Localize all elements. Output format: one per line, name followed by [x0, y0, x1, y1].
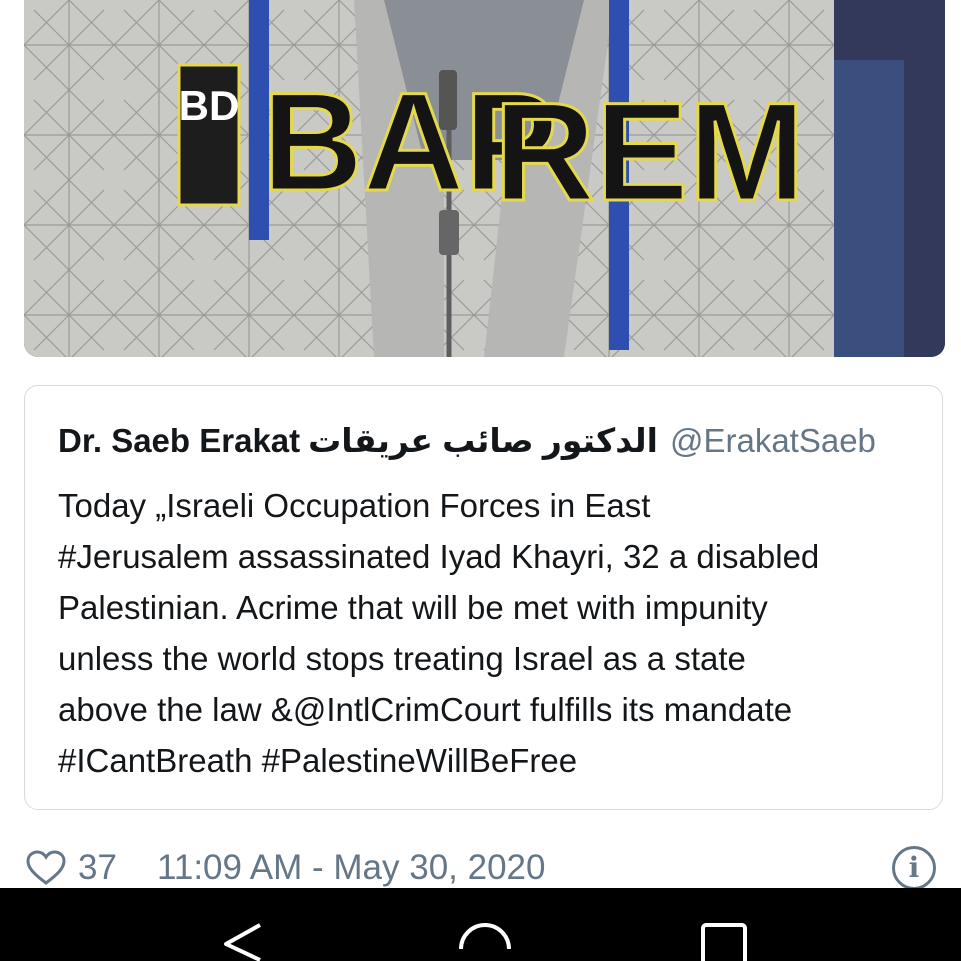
home-icon[interactable] [458, 922, 512, 961]
tweet-meta: 37 11:09 AM - May 30, 2020 i [24, 846, 945, 890]
tweet-timestamp[interactable]: 11:09 AM - May 30, 2020 [157, 846, 545, 890]
shirt-letters-right: REM [494, 73, 805, 230]
like-count[interactable]: 37 [78, 846, 117, 890]
tweet-photo[interactable]: BD BAP REM [24, 0, 945, 357]
heart-icon[interactable] [26, 850, 66, 886]
patch-text-1: BD [179, 82, 240, 129]
quoted-tweet-header: Dr. Saeb Erakat الدكتور صائب عريقات @Eraka… [58, 422, 876, 460]
system-nav-bar [0, 888, 961, 961]
recents-icon[interactable] [700, 922, 748, 961]
quoted-tweet-card[interactable]: Dr. Saeb Erakat الدكتور صائب عريقات @Eraka… [24, 385, 943, 810]
author-name[interactable]: Dr. Saeb Erakat [58, 422, 300, 459]
back-icon[interactable] [220, 922, 266, 961]
info-icon[interactable]: i [892, 846, 936, 890]
quoted-tweet-text: Today „Israeli Occupation Forces in East… [58, 487, 820, 779]
author-handle[interactable]: @ErakatSaeb [670, 422, 876, 459]
author-name-arabic[interactable]: الدكتور صائب عريقات [308, 422, 658, 459]
